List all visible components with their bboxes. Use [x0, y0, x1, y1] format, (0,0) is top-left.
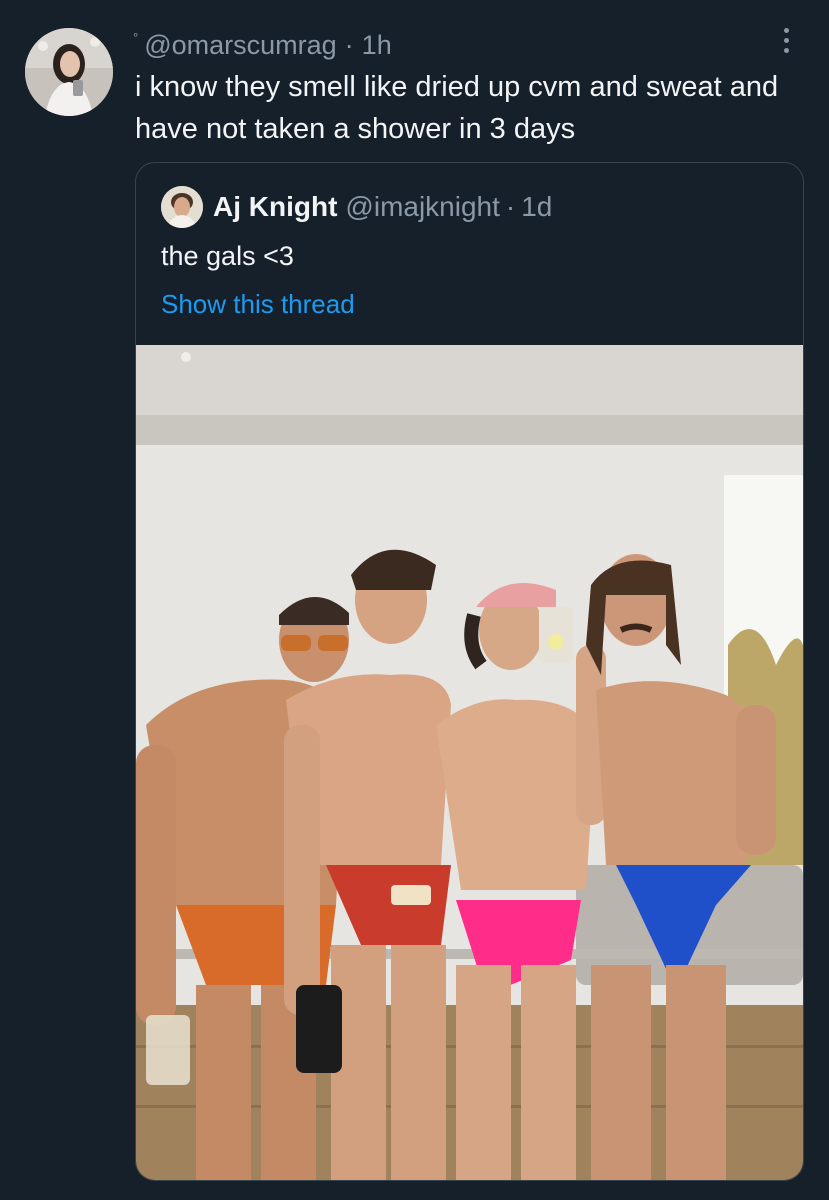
quoted-tweet[interactable]: Aj Knight @imajknight · 1d the gals <3 S…: [135, 162, 804, 1181]
quoted-author-avatar[interactable]: [161, 186, 203, 228]
quoted-author-handle[interactable]: @imajknight: [345, 191, 499, 223]
quoted-tweet-header: Aj Knight @imajknight · 1d: [161, 185, 552, 229]
tweet-container: ° @omarscumrag · 1h i know they smell li…: [0, 0, 829, 1200]
separator-dot: ·: [344, 29, 354, 60]
avatar-photo: [25, 28, 113, 116]
separator-dot: ·: [505, 191, 516, 222]
tweet-header: ° @omarscumrag · 1h: [133, 28, 392, 62]
quoted-author-name[interactable]: Aj Knight: [213, 191, 337, 223]
quoted-tweet-text: the gals <3: [161, 241, 294, 271]
quoted-tweet-time[interactable]: 1d: [521, 191, 552, 223]
quoted-avatar-photo: [161, 186, 203, 228]
attached-photo[interactable]: [136, 345, 803, 1180]
tweet-time[interactable]: 1h: [362, 30, 392, 61]
author-avatar[interactable]: [25, 28, 113, 116]
verified-mark: °: [133, 29, 139, 45]
more-vertical-icon[interactable]: [779, 28, 793, 58]
show-thread-link[interactable]: Show this thread: [161, 289, 355, 320]
tweet-text: i know they smell like dried up cvm and …: [135, 71, 779, 145]
author-handle[interactable]: @omarscumrag: [144, 30, 336, 61]
